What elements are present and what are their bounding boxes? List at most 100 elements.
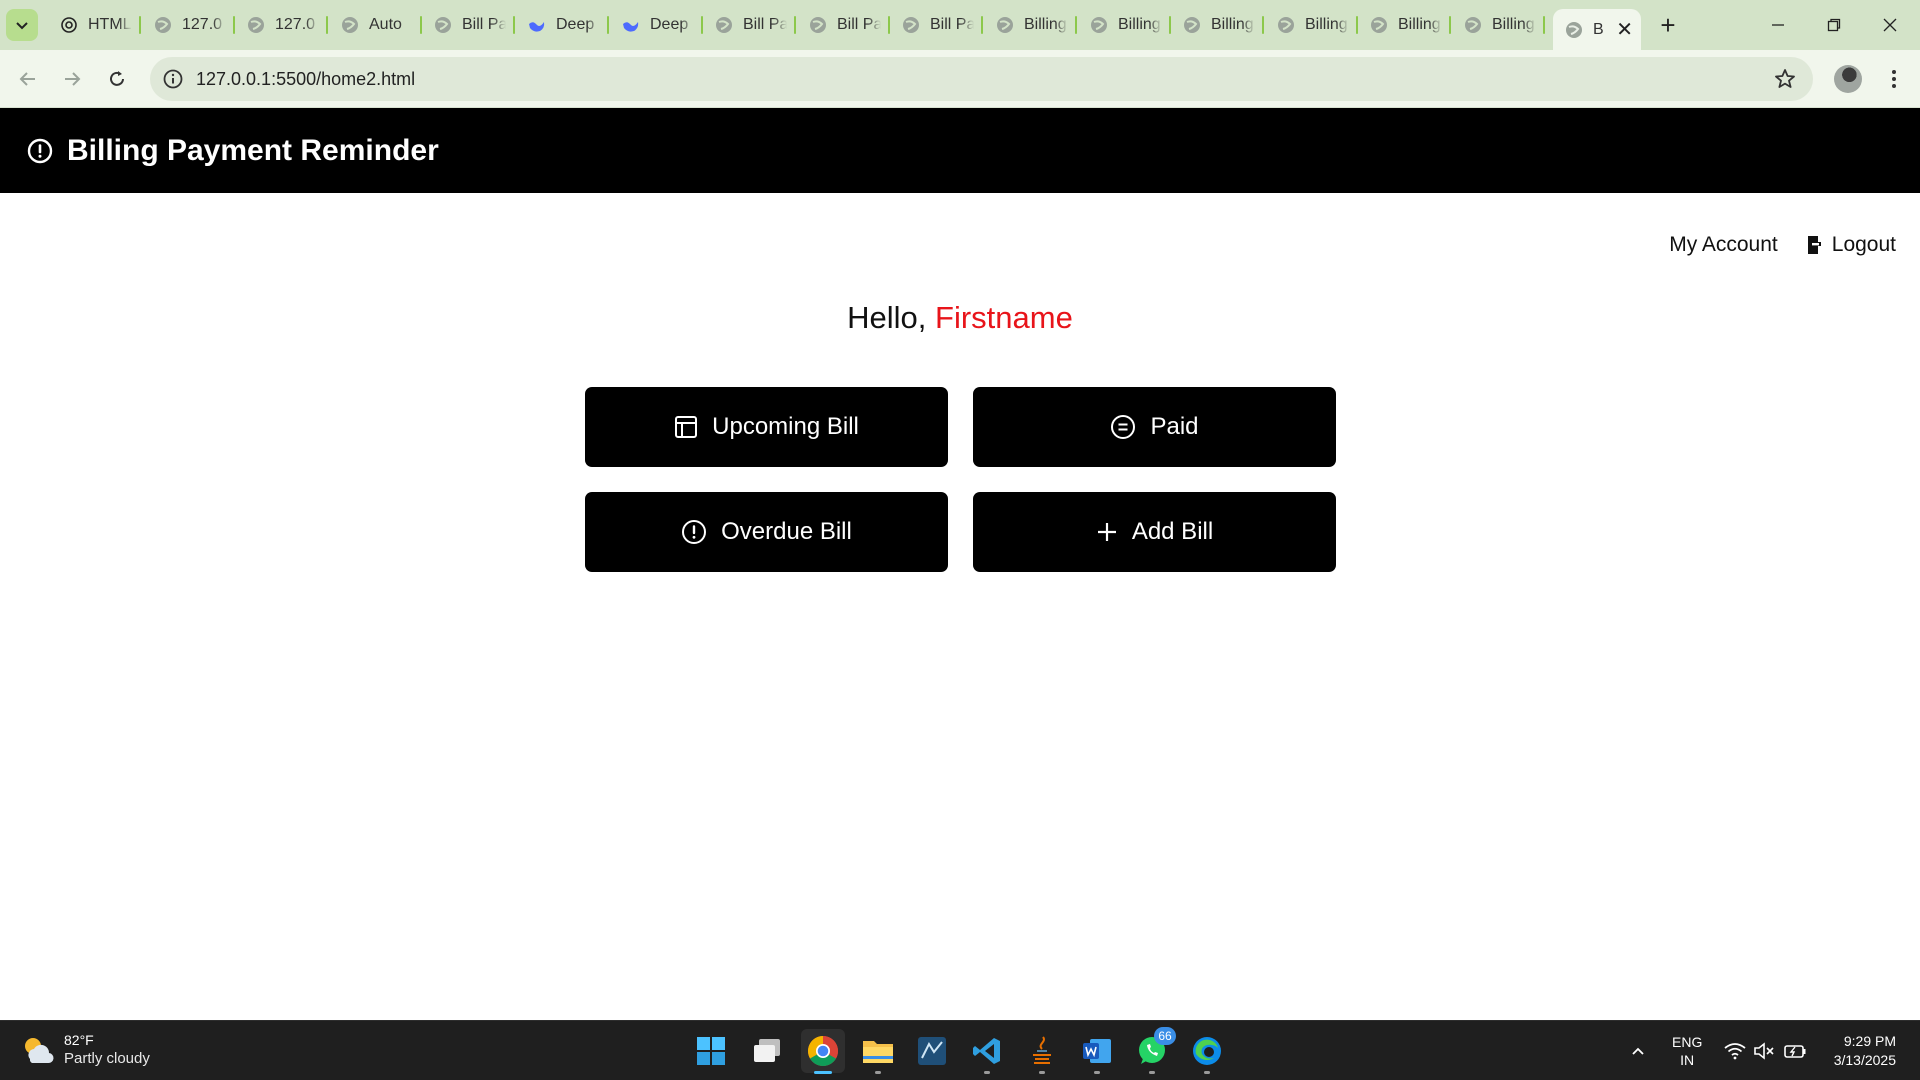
- taskbar-word[interactable]: [1075, 1029, 1119, 1074]
- browser-tab[interactable]: Bill Pa: [890, 9, 983, 41]
- info-icon[interactable]: [162, 68, 184, 90]
- task-view-button[interactable]: [745, 1029, 789, 1073]
- deepseek-icon: [528, 16, 546, 34]
- windows-icon: [697, 1037, 725, 1065]
- java-icon: [1033, 1036, 1051, 1064]
- greeting-hello: Hello,: [847, 300, 936, 335]
- minimize-icon: [1772, 24, 1784, 26]
- taskbar-chrome[interactable]: [801, 1029, 845, 1074]
- browser-tab[interactable]: Deep: [516, 9, 609, 41]
- chatgpt-icon: [60, 16, 78, 34]
- bookmark-star-icon[interactable]: [1773, 67, 1797, 91]
- restore-icon: [1827, 18, 1841, 32]
- paid-button[interactable]: Paid: [973, 387, 1336, 467]
- globe-icon: [715, 16, 733, 34]
- show-hidden-icons-button[interactable]: [1630, 1021, 1646, 1080]
- globe-icon: [1370, 16, 1388, 34]
- tab-separator: [326, 16, 328, 34]
- url-text[interactable]: 127.0.0.1:5500/home2.html: [196, 69, 415, 90]
- tab-title: Bill Pa: [930, 16, 974, 33]
- edge-icon: [1193, 1037, 1221, 1065]
- tab-title: 127.0: [275, 16, 316, 33]
- browser-tab[interactable]: Bill Pa: [703, 9, 796, 41]
- running-indicator: [1094, 1071, 1100, 1074]
- wifi-icon: [1724, 1043, 1746, 1060]
- close-window-button[interactable]: [1862, 0, 1918, 50]
- volume-muted-icon: [1754, 1042, 1774, 1060]
- tab-separator: [1449, 16, 1451, 34]
- tab-separator: [794, 16, 796, 34]
- browser-tab[interactable]: 127.0: [142, 9, 235, 41]
- clock-time: 9:29 PM: [1843, 1033, 1896, 1049]
- browser-tab[interactable]: Billing: [984, 9, 1077, 41]
- network-status[interactable]: [1724, 1021, 1746, 1080]
- tab-title: Billing: [1305, 16, 1348, 33]
- active-indicator: [814, 1071, 832, 1074]
- language-region: IN: [1680, 1052, 1695, 1068]
- reload-icon: [110, 71, 124, 86]
- browser-tab[interactable]: Bill Pa: [422, 9, 515, 41]
- taskbar-file-explorer[interactable]: [856, 1029, 900, 1074]
- globe-icon: [809, 16, 827, 34]
- profile-avatar[interactable]: [1834, 65, 1862, 93]
- language-code: ENG: [1672, 1034, 1703, 1050]
- tab-title: Auto: [369, 16, 402, 33]
- address-bar[interactable]: 127.0.0.1:5500/home2.html: [150, 57, 1813, 101]
- browser-tab[interactable]: Billing: [1078, 9, 1171, 41]
- tab-title: Deep: [556, 16, 595, 33]
- browser-tab[interactable]: 127.0: [235, 9, 328, 41]
- browser-tab[interactable]: Billing: [1358, 9, 1451, 41]
- add-bill-button[interactable]: Add Bill: [973, 492, 1336, 572]
- tab-separator: [607, 16, 609, 34]
- tab-active[interactable]: B ✕: [1553, 9, 1641, 50]
- clock-date: 3/13/2025: [1833, 1052, 1896, 1068]
- tab-separator: [139, 16, 141, 34]
- upcoming-bill-button[interactable]: Upcoming Bill: [585, 387, 948, 467]
- globe-icon: [902, 16, 920, 34]
- language-indicator[interactable]: ENG IN: [1672, 1033, 1702, 1069]
- system-clock[interactable]: 9:29 PM 3/13/2025: [1834, 1032, 1896, 1070]
- tab-title: HTML: [88, 16, 132, 33]
- back-button[interactable]: [12, 63, 44, 95]
- globe-icon: [1183, 16, 1201, 34]
- weather-widget[interactable]: 82°F Partly cloudy: [20, 1031, 150, 1069]
- browser-tab[interactable]: HTML: [48, 9, 141, 41]
- overdue-bill-label: Overdue Bill: [721, 518, 852, 545]
- taskbar-vscode[interactable]: [965, 1029, 1009, 1074]
- browser-tab[interactable]: Billing: [1452, 9, 1545, 41]
- overdue-bill-button[interactable]: Overdue Bill: [585, 492, 948, 572]
- browser-tab[interactable]: Deep: [610, 9, 703, 41]
- paid-circle-icon: [1111, 415, 1136, 439]
- taskbar-edge[interactable]: [1185, 1029, 1229, 1074]
- battery-status[interactable]: [1784, 1021, 1808, 1080]
- globe-icon: [1565, 21, 1583, 39]
- browser-tab[interactable]: Billing: [1265, 9, 1358, 41]
- close-icon: [1883, 18, 1897, 32]
- browser-menu-button[interactable]: [1880, 65, 1908, 93]
- tab-separator: [1262, 16, 1264, 34]
- new-tab-button[interactable]: +: [1652, 9, 1684, 41]
- my-account-link[interactable]: My Account: [1669, 233, 1778, 257]
- tab-title: Billing: [1024, 16, 1067, 33]
- reload-button[interactable]: [101, 63, 133, 95]
- taskbar-whatsapp[interactable]: 66: [1130, 1027, 1176, 1074]
- minimize-button[interactable]: [1750, 0, 1806, 50]
- volume-status[interactable]: [1754, 1021, 1776, 1080]
- forward-button[interactable]: [56, 63, 88, 95]
- browser-tab[interactable]: Billing: [1171, 9, 1264, 41]
- restore-button[interactable]: [1806, 0, 1862, 50]
- taskbar-mysql-workbench[interactable]: [910, 1029, 954, 1073]
- logout-link[interactable]: Logout: [1806, 233, 1896, 257]
- browser-tab[interactable]: Bill Pa: [797, 9, 890, 41]
- tab-title: Billing: [1492, 16, 1535, 33]
- chevron-down-icon: [16, 22, 28, 30]
- taskbar-java-app[interactable]: [1020, 1029, 1064, 1074]
- globe-icon: [1464, 16, 1482, 34]
- start-button[interactable]: [689, 1029, 733, 1073]
- plus-icon: [1097, 523, 1116, 541]
- tab-search-button[interactable]: [6, 9, 38, 41]
- tab-title: Bill Pa: [837, 16, 881, 33]
- browser-tab[interactable]: Auto: [329, 9, 422, 41]
- close-tab-icon[interactable]: ✕: [1616, 17, 1633, 42]
- taskbar: 82°F Partly cloudy 66 ENG IN 9:29 PM 3/1…: [0, 1020, 1920, 1080]
